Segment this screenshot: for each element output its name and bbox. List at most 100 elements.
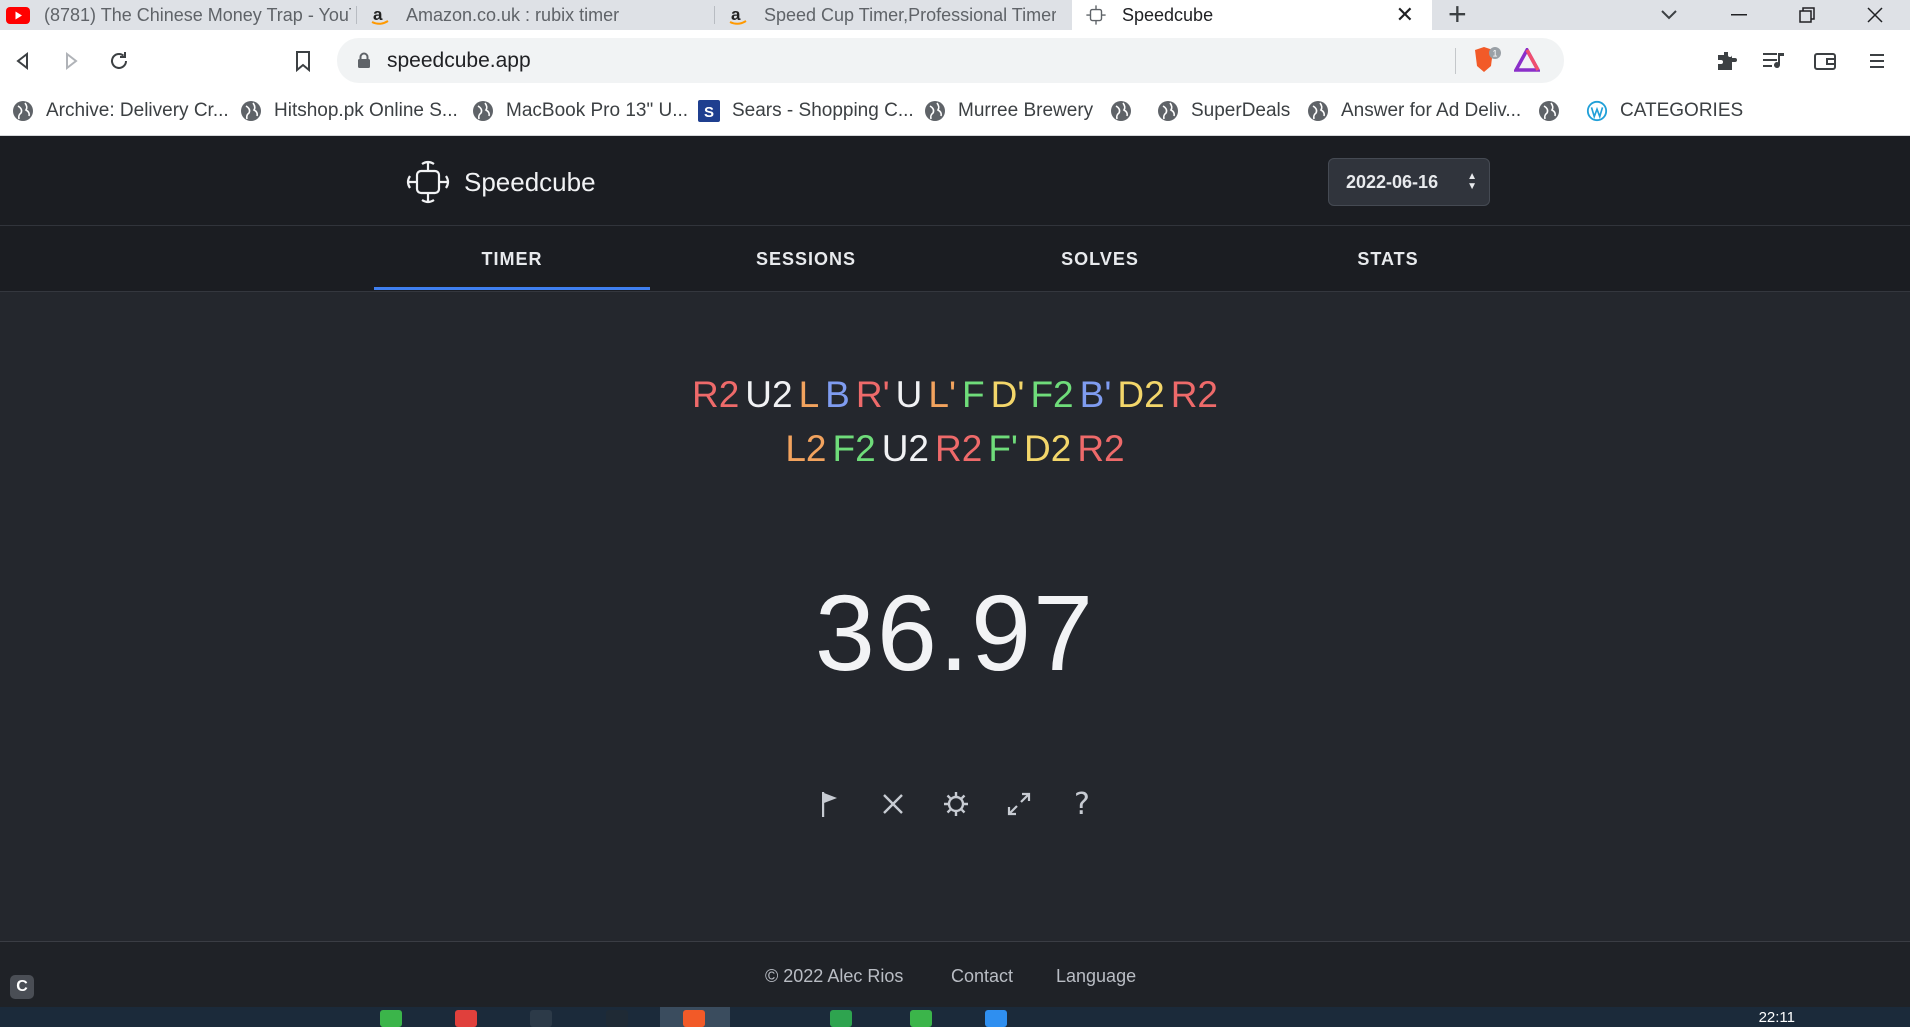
taskbar-app-icon[interactable] (380, 1010, 402, 1027)
bookmark-item[interactable]: SuperDeals (1157, 100, 1290, 122)
browser-tab-active[interactable]: Speedcube ✕ (1072, 0, 1432, 30)
bookmark-item[interactable]: MacBook Pro 13" U... (472, 100, 688, 122)
scramble-move: F (962, 374, 985, 415)
lock-icon (357, 52, 371, 74)
globe-icon (12, 100, 34, 122)
scramble-move: B (825, 374, 850, 415)
tab-solves[interactable]: SOLVES (962, 226, 1238, 292)
svg-text:S: S (704, 104, 714, 121)
bookmark-item[interactable]: Murree Brewery (924, 100, 1093, 122)
globe-icon (1110, 100, 1132, 122)
bookmark-item[interactable]: S Sears - Shopping C... (698, 100, 914, 122)
taskbar-app-icon[interactable] (455, 1010, 477, 1027)
scramble-move: U (895, 374, 923, 415)
close-tab-icon[interactable]: ✕ (1396, 2, 1414, 28)
language-link[interactable]: Language (1056, 966, 1136, 987)
bookmark-label: Murree Brewery (958, 100, 1094, 121)
wallet-icon[interactable] (1808, 44, 1842, 78)
svg-text:a: a (373, 5, 383, 24)
brave-shield-icon[interactable]: 1 (1472, 46, 1502, 79)
scramble-move: F2 (1030, 374, 1074, 415)
scramble-move: R2 (935, 428, 983, 469)
globe-icon (472, 100, 494, 122)
taskbar-app-icon[interactable] (910, 1010, 932, 1027)
back-icon[interactable] (6, 44, 40, 78)
amazon-icon: a (726, 4, 750, 26)
bookmark-label: Sears - Shopping C... (732, 100, 914, 121)
solve-actions: ? (812, 786, 1092, 826)
brand[interactable]: Speedcube (404, 158, 596, 206)
browser-tab[interactable]: a Amazon.co.uk : rubix timer (368, 0, 708, 30)
bookmark-label: Hitshop.pk Online S... (274, 100, 458, 121)
brave-rewards-icon[interactable] (1513, 46, 1541, 77)
globe-icon (1538, 100, 1560, 122)
taskbar-app-icon[interactable] (985, 1010, 1007, 1027)
scramble-line: R2 U2 L B R' U L' F D' F2 B' D2 R2 (0, 368, 1910, 422)
extensions-icon[interactable] (1710, 44, 1744, 78)
media-queue-icon[interactable] (1757, 44, 1791, 78)
youtube-icon (6, 4, 30, 26)
scramble-move: D' (990, 374, 1025, 415)
taskbar-app-icon[interactable] (530, 1010, 552, 1027)
globe-icon (240, 100, 262, 122)
timer-display[interactable]: 36.97 (0, 570, 1910, 695)
tab-search-icon[interactable] (1634, 0, 1704, 30)
amazon-icon: a (368, 4, 392, 26)
bookmark-label: Answer for Ad Deliv... (1341, 100, 1522, 121)
taskbar-app-icon[interactable] (606, 1010, 628, 1027)
scramble-line: L2 F2 U2 R2 F' D2 R2 (0, 422, 1910, 476)
delete-icon[interactable] (875, 786, 911, 822)
taskbar-clock: 22:11 (1758, 1009, 1795, 1026)
close-window-icon[interactable] (1840, 0, 1910, 30)
scramble[interactable]: R2 U2 L B R' U L' F D' F2 B' D2 R2 L2 F2 U2 R2 F' D2 R2 (0, 368, 1910, 476)
scramble-move: F' (988, 428, 1018, 469)
fullscreen-icon[interactable] (1001, 786, 1037, 822)
bookmark-item[interactable]: Hitshop.pk Online S... (240, 100, 458, 122)
bookmarks-bar: Archive: Delivery Cr... Hitshop.pk Onlin… (0, 90, 1910, 136)
browser-tab[interactable]: a Speed Cup Timer,Professional Timer M (726, 0, 1056, 30)
settings-icon[interactable] (938, 786, 974, 822)
bookmark-item[interactable]: Answer for Ad Deliv... (1307, 100, 1521, 122)
scramble-move: R2 (691, 374, 740, 415)
flag-icon[interactable] (812, 786, 848, 822)
bookmark-label: MacBook Pro 13" U... (506, 100, 689, 121)
brand-name: Speedcube (464, 166, 596, 197)
bookmark-icon[interactable] (286, 44, 320, 78)
forward-icon[interactable] (54, 44, 88, 78)
bookmark-item[interactable] (1538, 100, 1572, 122)
scramble-move: R2 (1170, 374, 1219, 415)
tab-timer[interactable]: TIMER (374, 226, 650, 292)
reload-icon[interactable] (102, 44, 136, 78)
scramble-move: U2 (745, 374, 793, 415)
taskbar-app-icon[interactable] (683, 1010, 705, 1027)
tab-title: (8781) The Chinese Money Trap - YouT (44, 4, 351, 25)
restore-icon[interactable] (1772, 0, 1842, 30)
address-bar[interactable]: speedcube.app 1 (337, 38, 1564, 83)
speedcube-logo-icon (406, 160, 450, 204)
contact-link[interactable]: Contact (951, 966, 1013, 987)
taskbar-app-icon[interactable] (830, 1010, 852, 1027)
help-icon[interactable]: ? (1064, 786, 1100, 822)
tab-title: Amazon.co.uk : rubix timer (406, 4, 620, 25)
scramble-move: D2 (1117, 374, 1165, 415)
menu-icon[interactable] (1860, 44, 1894, 78)
svg-text:a: a (731, 5, 741, 24)
main-nav: TIMER SESSIONS SOLVES STATS (0, 226, 1910, 292)
tab-sessions[interactable]: SESSIONS (668, 226, 944, 292)
extension-c-icon[interactable]: C (10, 975, 34, 999)
bookmark-item[interactable] (1110, 100, 1144, 122)
browser-toolbar: speedcube.app 1 (0, 30, 1910, 90)
bookmark-item[interactable]: Archive: Delivery Cr... (12, 100, 229, 122)
browser-tab-strip: (8781) The Chinese Money Trap - YouT a A… (0, 0, 1910, 33)
session-date-select[interactable]: 2022-06-16 ▲ ▼ (1328, 158, 1490, 206)
scramble-move: D2 (1024, 428, 1072, 469)
os-taskbar (0, 1007, 1910, 1027)
new-tab-button[interactable]: + (1448, 0, 1467, 33)
browser-tab[interactable]: (8781) The Chinese Money Trap - YouT (6, 0, 351, 30)
scramble-move: U2 (881, 428, 930, 469)
minimize-icon[interactable] (1704, 0, 1774, 30)
tab-stats[interactable]: STATS (1250, 226, 1526, 292)
bookmark-label: CATEGORIES (1620, 100, 1744, 121)
scramble-move: L2 (785, 428, 827, 469)
bookmark-item[interactable]: CATEGORIES (1586, 100, 1743, 122)
